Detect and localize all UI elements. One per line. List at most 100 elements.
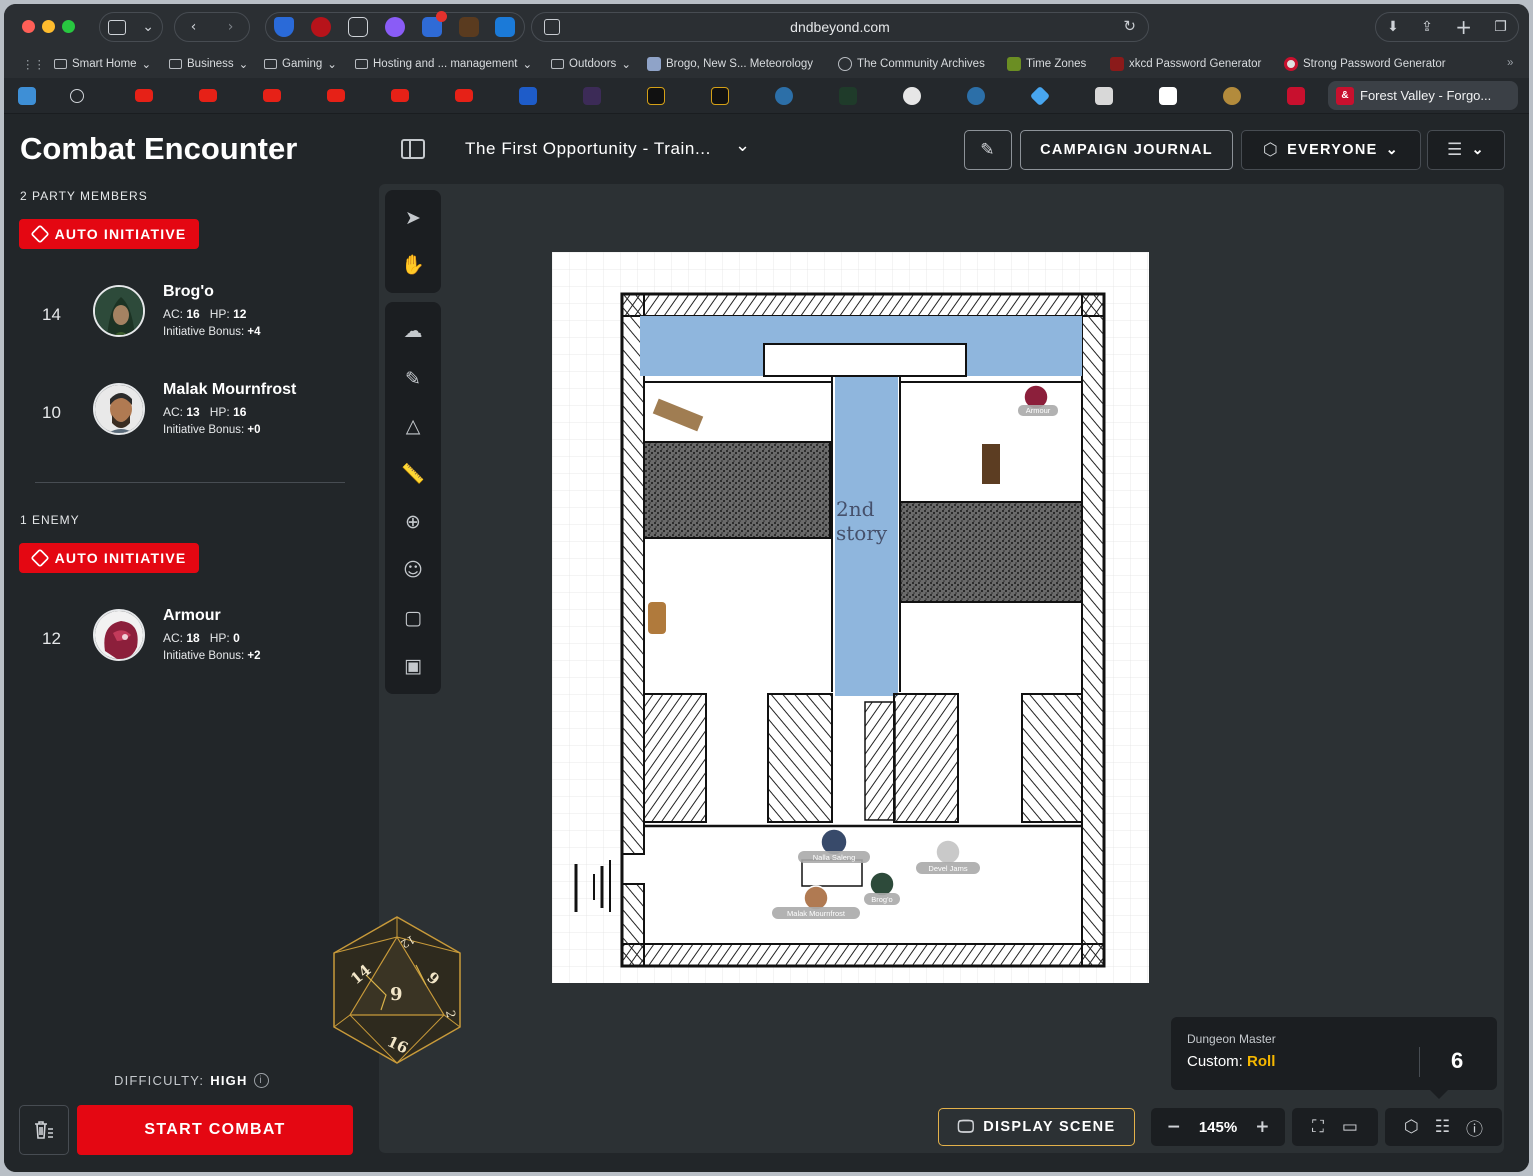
youtube-tab-icon[interactable] [327, 89, 345, 102]
new-tab-icon[interactable]: + [1455, 15, 1472, 39]
reload-icon[interactable]: ↻ [1123, 17, 1136, 35]
zoom-out-icon[interactable]: − [1167, 1117, 1181, 1137]
pinned-tab-icon[interactable] [1223, 87, 1241, 105]
image-icon[interactable]: ▣ [401, 654, 425, 678]
forward-button[interactable]: › [228, 19, 234, 35]
pinned-tab-icon[interactable] [711, 87, 729, 105]
pinned-tab-icon[interactable] [519, 87, 537, 105]
bitwarden-icon[interactable] [274, 17, 295, 37]
youtube-tab-icon[interactable] [199, 89, 217, 102]
d20-icon[interactable]: ⬡ [1404, 1117, 1419, 1137]
menu-button[interactable]: ☰ ⌄ [1427, 130, 1505, 170]
pinned-tab-icon[interactable] [1159, 87, 1177, 105]
s-extension-icon[interactable] [495, 17, 516, 37]
scene-title[interactable]: The First Opportunity - Train... [465, 139, 711, 159]
fullscreen-icon[interactable]: ⛶ [1312, 1117, 1324, 1137]
start-combat-button[interactable]: START COMBAT [77, 1105, 353, 1155]
panel-toggle-icon[interactable] [401, 139, 425, 159]
pointer-icon[interactable]: ➤ [401, 206, 425, 230]
bookmark-folder[interactable]: Smart Home ⌄ [54, 57, 151, 71]
address-bar[interactable]: dndbeyond.com ↻ [531, 12, 1149, 42]
history-nav: ‹ › [174, 12, 250, 42]
pinned-tab-icon[interactable] [70, 89, 84, 103]
youtube-tab-icon[interactable] [263, 89, 281, 102]
map-room-label: 2nd [836, 497, 875, 521]
flame-icon[interactable] [384, 17, 405, 37]
party-auto-initiative-button[interactable]: AUTO INITIATIVE [19, 219, 199, 249]
pinned-tab-icon[interactable] [775, 87, 793, 105]
audience-select[interactable]: ⬡ EVERYONE ⌄ [1241, 130, 1421, 170]
chat-icon[interactable] [348, 17, 369, 37]
tab-overview-icon[interactable]: ❐ [1494, 19, 1507, 35]
bookmark-link[interactable]: Brogo, New S... Meteorology [647, 57, 813, 71]
code-icon[interactable] [421, 11, 447, 37]
edit-scene-button[interactable]: ✎ [964, 130, 1012, 170]
pinned-tab-icon[interactable] [647, 87, 665, 105]
adblock-icon[interactable] [311, 17, 332, 37]
youtube-tab-icon[interactable] [391, 89, 409, 102]
downloads-icon[interactable]: ⬇ [1387, 19, 1399, 35]
stack-icon[interactable] [458, 17, 479, 37]
initiative-value[interactable]: 10 [42, 403, 61, 423]
screen-icon[interactable]: ▭ [1342, 1117, 1358, 1137]
bookmark-folder[interactable]: Outdoors ⌄ [551, 57, 631, 71]
share-icon[interactable]: ⇪ [1421, 19, 1433, 35]
party-member[interactable]: 14 Brog'o AC: 16 HP: 12 Initiative Bonus… [4, 283, 372, 375]
close-window-button[interactable] [22, 20, 35, 33]
zoom-window-button[interactable] [62, 20, 75, 33]
token-icon[interactable]: ☺ [401, 558, 425, 582]
party-member[interactable]: 10 Malak Mournfrost AC: 13 HP: 16 Initia… [4, 381, 372, 473]
bookmark-link[interactable]: Strong Password Generator [1284, 57, 1446, 71]
bookmark-link[interactable]: Time Zones [1007, 57, 1086, 71]
shapes-icon[interactable]: △ [401, 414, 425, 438]
pinned-tab-icon[interactable] [1287, 87, 1305, 105]
pinned-tab-icon[interactable] [839, 87, 857, 105]
initiative-value[interactable]: 14 [42, 305, 61, 325]
more-bookmarks-icon[interactable]: » [1507, 57, 1513, 69]
youtube-tab-icon[interactable] [135, 89, 153, 102]
pinned-tab-icon[interactable] [1095, 87, 1113, 105]
minimize-window-button[interactable] [42, 20, 55, 33]
enemy-auto-initiative-button[interactable]: AUTO INITIATIVE [19, 543, 199, 573]
pinned-tab-icon[interactable] [967, 87, 985, 105]
bookmark-folder[interactable]: Hosting and ... management ⌄ [355, 57, 532, 71]
chevron-down-icon[interactable]: ⌄ [735, 135, 750, 156]
clear-encounter-button[interactable] [19, 1105, 69, 1155]
info-icon[interactable]: ⓘ [1466, 1115, 1483, 1140]
display-scene-button[interactable]: 🖵 DISPLAY SCENE [938, 1108, 1135, 1146]
draw-icon[interactable]: ✎ [401, 367, 425, 391]
bookmark-link[interactable]: xkcd Password Generator [1110, 57, 1261, 71]
fog-cloud-icon[interactable]: ☁ [401, 319, 425, 343]
page-menu-icon[interactable] [544, 19, 560, 35]
info-icon[interactable]: i [253, 1073, 269, 1088]
sidebar-icon[interactable] [108, 19, 127, 35]
initiative-value[interactable]: 12 [42, 629, 61, 649]
enemy-combatant[interactable]: 12 Armour AC: 18 HP: 0 Initiative Bonus:… [4, 607, 372, 699]
back-button[interactable]: ‹ [191, 19, 197, 35]
pinned-tab-icon[interactable] [18, 87, 36, 105]
pinned-tab-icon[interactable] [583, 87, 601, 105]
chevron-down-icon[interactable]: ⌄ [142, 19, 154, 35]
pinned-tab-icon[interactable] [1029, 85, 1051, 107]
youtube-tab-icon[interactable] [455, 89, 473, 102]
dice-cube-icon [29, 548, 50, 568]
battle-map[interactable]: 2nd story Armour Nalla Saleng Devel Jams [552, 252, 1149, 983]
roll-result-card[interactable]: Dungeon Master Custom: Roll 6 [1171, 1017, 1497, 1099]
note-icon[interactable]: ▢ [401, 606, 425, 630]
hand-icon[interactable]: ✋ [401, 253, 425, 277]
pinned-tab-icon[interactable] [903, 87, 921, 105]
zoom-in-icon[interactable]: + [1255, 1117, 1269, 1137]
ruler-icon[interactable]: 📏 [401, 462, 425, 486]
bookmark-folder[interactable]: Business ⌄ [169, 57, 248, 71]
sidebar-toggle-group[interactable]: ⌄ [99, 12, 163, 42]
bookmark-link[interactable]: The Community Archives [838, 57, 985, 71]
tab-forest-valley[interactable]: & Forest Valley - Forgo... [1328, 81, 1518, 110]
campaign-journal-button[interactable]: CAMPAIGN JOURNAL [1020, 130, 1233, 170]
list-icon[interactable]: ☷ [1435, 1117, 1450, 1137]
target-icon[interactable]: ⊕ [401, 510, 425, 534]
bookmark-folder[interactable]: Gaming ⌄ [264, 57, 337, 71]
encounter-sidebar: Combat Encounter 2 PARTY MEMBERS AUTO IN… [4, 115, 372, 1172]
bookmark-label: Brogo, New S... Meteorology [666, 58, 814, 70]
grid-icon[interactable]: ⋮⋮ [22, 57, 45, 71]
bookmark-label: Strong Password Generator [1303, 58, 1446, 70]
